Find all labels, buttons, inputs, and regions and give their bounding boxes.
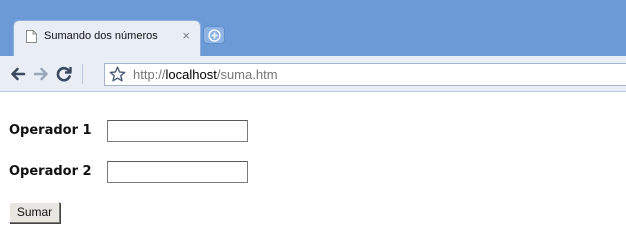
- url-path: /suma.htm: [216, 67, 278, 82]
- forward-arrow-icon[interactable]: [31, 64, 51, 84]
- url-text[interactable]: http://localhost/suma.htm: [133, 67, 278, 82]
- plus-icon: [208, 29, 221, 42]
- page-icon: [26, 30, 37, 43]
- tab-strip: Sumando dos números ×: [0, 0, 626, 56]
- toolbar-separator: [82, 64, 83, 84]
- tab-title: Sumando dos números: [44, 30, 158, 42]
- operador1-input[interactable]: [107, 120, 248, 142]
- reload-icon[interactable]: [54, 64, 74, 84]
- url-scheme: http://: [133, 67, 166, 82]
- browser-tab[interactable]: Sumando dos números ×: [13, 20, 201, 56]
- operador2-label: Operador 2: [9, 164, 92, 179]
- operador2-input[interactable]: [107, 161, 248, 183]
- sumar-button[interactable]: Sumar: [9, 202, 60, 223]
- back-arrow-icon[interactable]: [8, 64, 28, 84]
- url-host: localhost: [165, 67, 217, 82]
- page-content: Operador 1 Operador 2 Sumar: [0, 93, 626, 247]
- browser-toolbar: http://localhost/suma.htm: [0, 56, 626, 92]
- close-tab-icon[interactable]: ×: [182, 28, 190, 43]
- bookmark-star-icon[interactable]: [109, 66, 126, 83]
- new-tab-button[interactable]: [203, 26, 225, 44]
- address-bar[interactable]: http://localhost/suma.htm: [104, 63, 626, 86]
- operador1-label: Operador 1: [9, 123, 92, 138]
